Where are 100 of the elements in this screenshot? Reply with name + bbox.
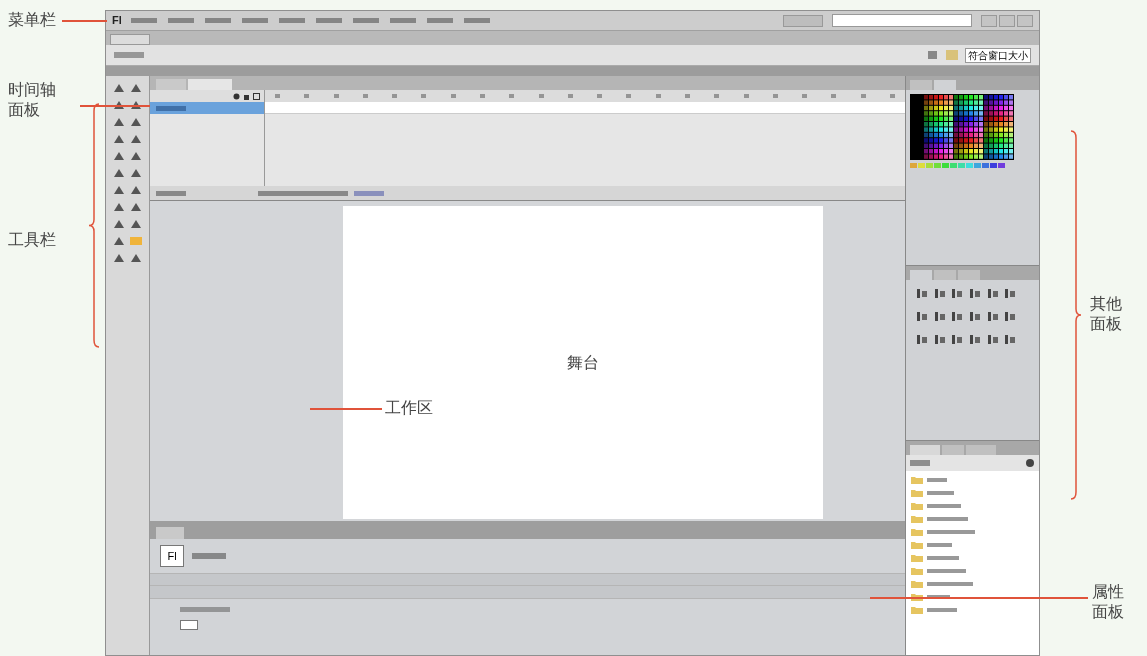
callout-label: 属性面板	[1092, 582, 1125, 622]
pin-icon[interactable]	[1025, 458, 1035, 468]
folder-icon[interactable]	[910, 501, 924, 511]
align-icon[interactable]	[933, 311, 946, 322]
menu-item[interactable]	[204, 18, 231, 23]
tool-icon[interactable]	[112, 201, 126, 213]
tool-icon[interactable]	[112, 218, 126, 230]
scene-icon[interactable]	[945, 49, 959, 61]
align-icon[interactable]	[933, 334, 946, 345]
menu-item[interactable]	[389, 18, 416, 23]
folder-icon[interactable]	[910, 605, 924, 615]
document-name	[192, 553, 226, 559]
folder-icon[interactable]	[910, 540, 924, 550]
align-icon[interactable]	[969, 288, 981, 299]
tool-icon[interactable]	[129, 150, 143, 162]
stage-color-swatch[interactable]	[180, 620, 198, 630]
folder-icon[interactable]	[910, 514, 924, 524]
tool-icon[interactable]	[129, 218, 143, 230]
align-icon[interactable]	[969, 311, 981, 322]
minimize-button[interactable]	[981, 14, 997, 27]
folder-icon[interactable]	[910, 527, 924, 537]
folder-icon[interactable]	[910, 475, 924, 485]
folder-icon[interactable]	[910, 579, 924, 589]
tool-icon[interactable]	[129, 82, 143, 94]
frame-number	[567, 94, 573, 98]
menu-item[interactable]	[426, 18, 453, 23]
align-icon[interactable]	[916, 334, 928, 345]
align-icon[interactable]	[916, 288, 928, 299]
frame-number	[479, 94, 485, 98]
align-icon[interactable]	[951, 334, 964, 345]
frame-number	[802, 94, 808, 98]
tool-icon[interactable]	[112, 252, 126, 264]
tool-icon[interactable]	[129, 184, 143, 196]
stage-label: 舞台	[567, 352, 599, 373]
close-button[interactable]	[1017, 14, 1033, 27]
tool-icon[interactable]	[112, 150, 126, 162]
zoom-dropdown[interactable]: 符合窗口大小	[965, 47, 1031, 63]
menu-item[interactable]	[315, 18, 342, 23]
frame-number	[889, 94, 895, 98]
frame-number	[831, 94, 837, 98]
frame-number	[509, 94, 515, 98]
symbol-icon[interactable]	[927, 49, 939, 61]
tool-icon[interactable]	[112, 82, 126, 94]
tool-icon[interactable]	[112, 235, 126, 247]
tool-icon[interactable]	[129, 252, 143, 264]
tool-icon[interactable]	[112, 184, 126, 196]
callout-label: 菜单栏	[8, 10, 57, 30]
outline-icon[interactable]	[253, 92, 260, 100]
document-tab[interactable]	[110, 34, 150, 45]
align-icon[interactable]	[933, 288, 946, 299]
frame-number	[655, 94, 661, 98]
tool-icon[interactable]	[112, 133, 126, 145]
menu-item[interactable]	[241, 18, 268, 23]
folder-icon[interactable]	[910, 488, 924, 498]
color-swatch-grid[interactable]	[910, 94, 1014, 170]
frame-number	[860, 94, 866, 98]
tool-icon[interactable]	[129, 167, 143, 179]
menu-item[interactable]	[278, 18, 305, 23]
swatches-tab[interactable]	[934, 80, 956, 90]
frame-row[interactable]	[265, 102, 905, 114]
menu-item[interactable]	[130, 18, 157, 23]
align-icon[interactable]	[916, 311, 928, 322]
align-icon[interactable]	[951, 288, 964, 299]
menu-item[interactable]	[352, 18, 379, 23]
callout-label: 时间轴面板	[8, 80, 57, 120]
frame-number	[392, 94, 398, 98]
align-icon[interactable]	[969, 334, 981, 345]
eye-icon[interactable]	[233, 92, 240, 100]
callout-label: 工具栏	[8, 230, 57, 250]
align-icon[interactable]	[986, 288, 999, 299]
align-icon[interactable]	[986, 334, 999, 345]
frame-number	[421, 94, 427, 98]
folder-icon[interactable]	[910, 566, 924, 576]
maximize-button[interactable]	[999, 14, 1015, 27]
align-icon[interactable]	[986, 311, 999, 322]
align-icon[interactable]	[1004, 334, 1017, 345]
leader-line	[80, 105, 150, 107]
frame-number	[684, 94, 690, 98]
frame-number	[626, 94, 632, 98]
folder-icon[interactable]	[910, 553, 924, 563]
frame-number	[743, 94, 749, 98]
align-icon[interactable]	[951, 311, 964, 322]
frame-number	[597, 94, 603, 98]
menu-item[interactable]	[167, 18, 194, 23]
align-icon[interactable]	[1004, 288, 1017, 299]
search-field[interactable]	[832, 14, 972, 27]
tool-icon[interactable]	[129, 116, 143, 128]
tool-icon[interactable]	[129, 201, 143, 213]
workspace-dropdown[interactable]	[783, 14, 823, 27]
frame-number	[275, 94, 280, 98]
menu-item[interactable]	[463, 18, 490, 23]
tool-icon[interactable]	[112, 116, 126, 128]
frame-number	[538, 94, 544, 98]
tool-icon[interactable]	[129, 133, 143, 145]
align-icon[interactable]	[1004, 311, 1017, 322]
size-label	[180, 607, 230, 612]
tool-icon[interactable]	[112, 167, 126, 179]
lock-icon[interactable]	[243, 92, 250, 100]
frame-number	[450, 94, 456, 98]
callout-label: 工作区	[385, 398, 434, 418]
